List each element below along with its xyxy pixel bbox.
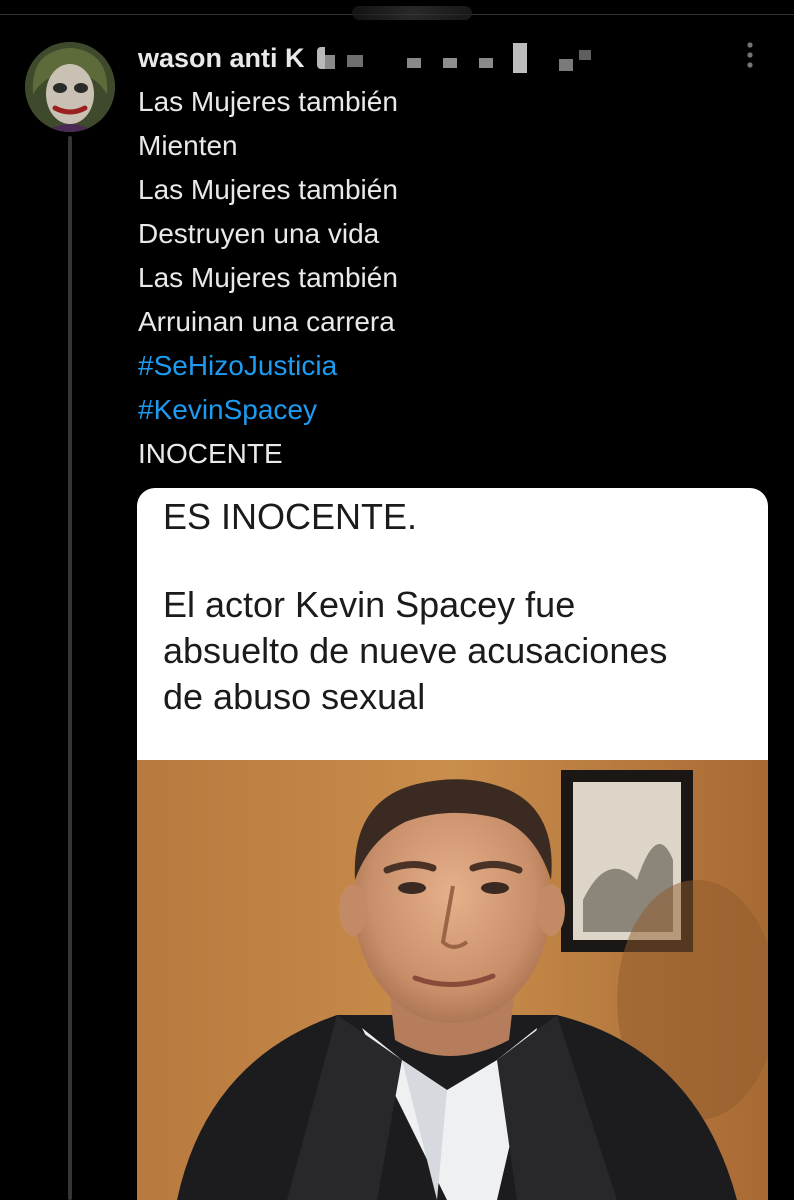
author-display-name[interactable]: wason anti K (138, 43, 305, 74)
post-header: wason anti K (138, 40, 591, 76)
hashtag-kevinspacey[interactable]: #KevinSpacey (138, 388, 738, 432)
post-text-line: Las Mujeres también (138, 174, 398, 205)
post-text-line: Las Mujeres también (138, 262, 398, 293)
author-avatar[interactable] (25, 42, 115, 132)
image-caption: ES INOCENTE. El actor Kevin Spacey fue a… (163, 494, 753, 720)
thread-line (68, 136, 72, 1200)
post-text-line: INOCENTE (138, 438, 283, 469)
post-text-line: Destruyen una vida (138, 218, 380, 249)
post-screen: wason anti K Las Mujeres también Mienten… (0, 0, 794, 1200)
more-vertical-icon[interactable] (738, 40, 762, 70)
joker-avatar-image (25, 42, 115, 132)
post-text-line: Arruinan una carrera (138, 306, 395, 337)
post-text-line: Mienten (138, 130, 238, 161)
censored-handle (313, 43, 591, 73)
post-text: Las Mujeres también Mienten Las Mujeres … (138, 80, 738, 476)
image-headline: ES INOCENTE. (163, 496, 418, 537)
hashtag-sehizojusticia[interactable]: #SeHizoJusticia (138, 344, 738, 388)
post-text-line: Las Mujeres también (138, 86, 398, 117)
image-body-line: absuelto de nueve acusaciones (163, 630, 668, 671)
portrait-photo (137, 760, 768, 1200)
image-body-line: El actor Kevin Spacey fue (163, 584, 576, 625)
blurred-top-edge (352, 6, 472, 20)
image-body-line: de abuso sexual (163, 676, 426, 717)
attached-image[interactable]: ES INOCENTE. El actor Kevin Spacey fue a… (137, 488, 768, 1200)
